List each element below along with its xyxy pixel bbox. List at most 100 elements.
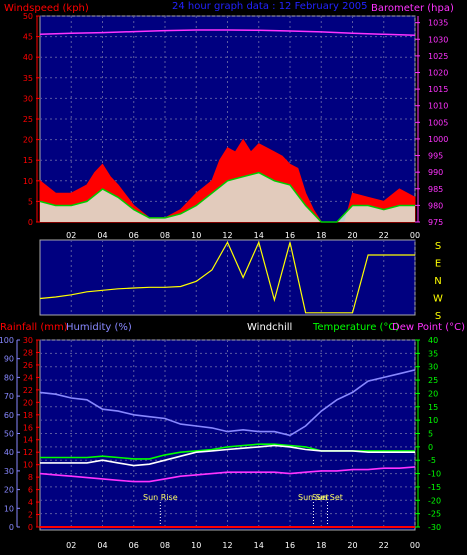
x-tick-label: 04 xyxy=(97,541,107,550)
humidity-tick-label: 30 xyxy=(4,467,14,476)
temperature-tick-label: 25 xyxy=(428,376,438,385)
x-tick-label: 20 xyxy=(347,541,357,550)
annotation-label: Sun Set xyxy=(312,493,343,502)
temperature-tick-label: 10 xyxy=(428,416,438,425)
left-tick-label: 45 xyxy=(23,33,33,42)
x-tick-label: 10 xyxy=(191,231,201,240)
rainfall-tick-label: 12 xyxy=(23,448,33,457)
rainfall-tick-label: 20 xyxy=(23,398,33,407)
left-tick-label: 35 xyxy=(23,74,33,83)
x-tick-label: 18 xyxy=(316,231,326,240)
x-tick-label: 22 xyxy=(379,541,389,550)
temperature-tick-label: 20 xyxy=(428,389,438,398)
direction-label: W xyxy=(433,294,443,305)
rainfall-tick-label: 22 xyxy=(23,386,33,395)
dewpoint-axis-label: Dew Point (°C) xyxy=(392,322,465,333)
rainfall-tick-label: 30 xyxy=(23,336,33,345)
rainfall-tick-label: 28 xyxy=(23,348,33,357)
left-tick-label: 5 xyxy=(28,197,33,206)
temperature-tick-label: 40 xyxy=(428,336,438,345)
temperature-tick-label: -30 xyxy=(428,523,441,532)
temperature-tick-label: -10 xyxy=(428,470,441,479)
temperature-tick-label: -5 xyxy=(428,456,436,465)
left-tick-label: 10 xyxy=(23,177,33,186)
left-tick-label: 30 xyxy=(23,94,33,103)
rainfall-tick-label: 26 xyxy=(23,361,33,370)
temperature-axis-label: Temperature (°C) xyxy=(312,322,399,333)
direction-label: E xyxy=(435,259,441,270)
left-tick-label: 0 xyxy=(28,218,33,227)
temperature-tick-label: -15 xyxy=(428,483,441,492)
right-tick-label: 975 xyxy=(428,218,443,227)
left-tick-label: 50 xyxy=(23,12,33,21)
rainfall-tick-label: 16 xyxy=(23,423,33,432)
x-tick-label: 00 xyxy=(410,541,420,550)
x-tick-label: 16 xyxy=(285,231,295,240)
temperature-tick-label: 0 xyxy=(428,443,433,452)
rainfall-tick-label: 6 xyxy=(28,486,33,495)
humidity-tick-label: 100 xyxy=(0,336,14,345)
temperature-tick-label: -20 xyxy=(428,496,441,505)
x-tick-label: 06 xyxy=(129,541,139,550)
rainfall-tick-label: 0 xyxy=(28,523,33,532)
right-tick-label: 985 xyxy=(428,185,443,194)
x-tick-label: 12 xyxy=(222,231,232,240)
x-tick-label: 14 xyxy=(254,541,264,550)
x-tick-label: 20 xyxy=(347,231,357,240)
rainfall-tick-label: 24 xyxy=(23,373,33,382)
x-tick-label: 04 xyxy=(97,231,107,240)
annotation-label: Sun Rise xyxy=(143,493,178,502)
x-tick-label: 22 xyxy=(379,231,389,240)
rainfall-tick-label: 4 xyxy=(28,498,33,507)
rainfall-tick-label: 8 xyxy=(28,473,33,482)
direction-label: N xyxy=(434,276,441,287)
humidity-tick-label: 40 xyxy=(4,448,14,457)
right-tick-label: 1005 xyxy=(428,118,448,127)
humidity-tick-label: 60 xyxy=(4,411,14,420)
x-tick-label: 16 xyxy=(285,541,295,550)
rainfall-axis-label: Rainfall (mm) xyxy=(0,322,68,333)
rainfall-tick-label: 14 xyxy=(23,436,33,445)
temperature-tick-label: 15 xyxy=(428,403,438,412)
humidity-tick-label: 90 xyxy=(4,355,14,364)
humidity-tick-label: 80 xyxy=(4,373,14,382)
left-tick-label: 15 xyxy=(23,156,33,165)
right-tick-label: 1010 xyxy=(428,102,448,111)
left-tick-label: 40 xyxy=(23,53,33,62)
x-tick-label: 06 xyxy=(129,231,139,240)
right-tick-label: 1035 xyxy=(428,19,448,28)
graph-title: 24 hour graph data : 12 February 2005 xyxy=(172,1,368,12)
barometer-axis-label: Barometer (hpa) xyxy=(371,3,454,14)
x-tick-label: 08 xyxy=(160,541,170,550)
weather-graph: Windspeed (kph) 24 hour graph data : 12 … xyxy=(0,0,467,555)
humidity-tick-label: 20 xyxy=(4,486,14,495)
windspeed-axis-label: Windspeed (kph) xyxy=(4,3,89,14)
windchill-label: Windchill xyxy=(247,322,292,333)
right-tick-label: 1000 xyxy=(428,135,448,144)
humidity-tick-label: 10 xyxy=(4,504,14,513)
temperature-tick-label: -25 xyxy=(428,510,441,519)
right-tick-label: 980 xyxy=(428,201,443,210)
direction-label: S xyxy=(435,241,441,252)
right-tick-label: 1025 xyxy=(428,52,448,61)
rainfall-tick-label: 10 xyxy=(23,461,33,470)
right-tick-label: 1020 xyxy=(428,68,448,77)
right-tick-label: 1015 xyxy=(428,85,448,94)
x-tick-label: 08 xyxy=(160,231,170,240)
rainfall-tick-label: 2 xyxy=(28,511,33,520)
humidity-tick-label: 50 xyxy=(4,430,14,439)
right-tick-label: 990 xyxy=(428,168,443,177)
humidity-tick-label: 0 xyxy=(9,523,14,532)
rainfall-tick-label: 18 xyxy=(23,411,33,420)
temperature-tick-label: 30 xyxy=(428,363,438,372)
x-tick-label: 02 xyxy=(66,231,76,240)
right-tick-label: 995 xyxy=(428,152,443,161)
right-tick-label: 1030 xyxy=(428,35,448,44)
direction-label: S xyxy=(435,311,441,322)
temperature-tick-label: 5 xyxy=(428,430,433,439)
x-tick-label: 10 xyxy=(191,541,201,550)
left-tick-label: 25 xyxy=(23,115,33,124)
temperature-tick-label: 35 xyxy=(428,349,438,358)
x-tick-label: 00 xyxy=(410,231,420,240)
x-tick-label: 14 xyxy=(254,231,264,240)
